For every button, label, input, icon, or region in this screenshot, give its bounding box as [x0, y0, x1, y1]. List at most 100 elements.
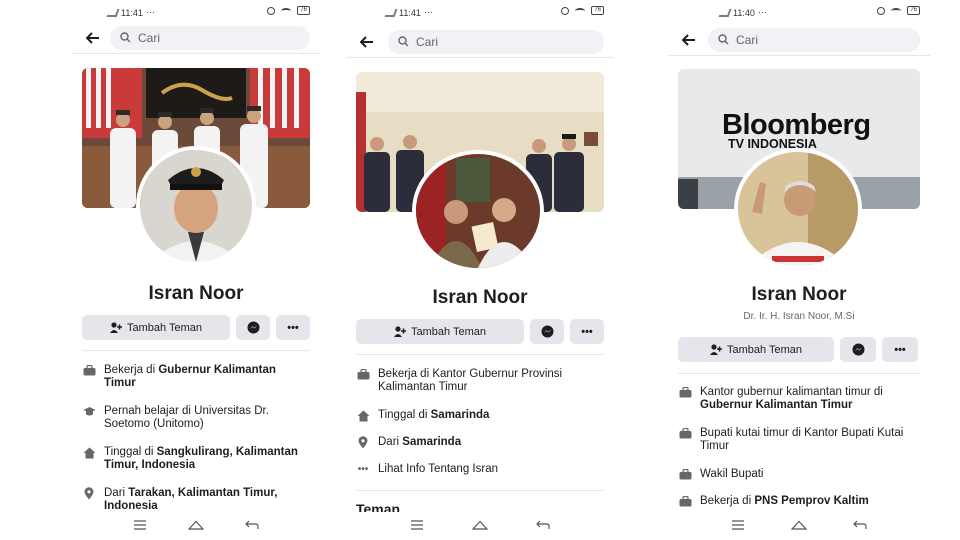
intro-item-from: Dari Samarinda — [356, 436, 604, 449]
alarm-icon — [561, 6, 570, 15]
search-icon — [398, 36, 409, 47]
status-bar: 11:40 ⋯ 76 — [668, 5, 930, 19]
home-nav-icon[interactable] — [187, 517, 205, 535]
search-placeholder: Cari — [736, 32, 759, 47]
add-friend-button[interactable]: Tambah Teman — [678, 337, 834, 362]
profile-avatar[interactable] — [412, 150, 544, 272]
back-nav-icon[interactable] — [853, 517, 867, 535]
home-icon — [356, 409, 370, 422]
back-arrow-icon[interactable] — [678, 29, 700, 51]
search-bar-row: Cari — [668, 24, 930, 56]
messenger-icon — [852, 343, 864, 356]
intro-item-text: Bupati kutai timur di Kantor Bupati Kuta… — [700, 427, 904, 452]
search-placeholder: Cari — [138, 30, 161, 45]
intro-item-text: Dari Samarinda — [378, 436, 462, 448]
dots-icon: ⋯ — [145, 7, 155, 17]
intro-item-text: Tinggal di Sangkulirang, Kalimantan Timu… — [104, 446, 298, 471]
back-arrow-icon[interactable] — [356, 31, 378, 53]
add-friend-label: Tambah Teman — [410, 325, 486, 338]
add-friend-icon — [109, 322, 122, 333]
intro-item-text: Tinggal di Samarinda — [378, 409, 490, 421]
intro-item-text: Bekerja di Gubernur Kalimantan Timur — [104, 364, 276, 389]
profile-name: Isran Noor — [751, 284, 847, 305]
intro-item-work: Wakil Bupati — [678, 468, 920, 481]
see-about-link[interactable]: ••• Lihat Info Tentang Isran — [356, 463, 604, 476]
add-friend-icon — [709, 344, 722, 355]
system-nav-bar — [668, 512, 930, 540]
status-time: 11:41 — [399, 7, 421, 18]
back-arrow-icon[interactable] — [82, 27, 104, 49]
menu-icon[interactable] — [133, 517, 147, 535]
graduation-cap-icon — [82, 405, 96, 418]
divider — [356, 354, 604, 355]
intro-list: Bekerja di Gubernur Kalimantan Timur Per… — [82, 364, 310, 514]
profile-screen-1: 11:41 ⋯ 76 Cari Isran Noor Tambah Teman … — [72, 0, 320, 540]
messenger-button[interactable] — [840, 337, 876, 362]
intro-item-lives: Tinggal di Samarinda — [356, 409, 604, 422]
system-nav-bar — [72, 512, 320, 540]
profile-name: Isran Noor — [432, 287, 528, 308]
profile-screen-3: 11:40 ⋯ 76 Cari Bloomberg TV INDONESIA I… — [668, 0, 930, 540]
intro-item-work: Bekerja di Gubernur Kalimantan Timur — [82, 364, 310, 390]
intro-item-text: Pernah belajar di Universitas Dr. Soetom… — [104, 405, 269, 430]
search-input[interactable]: Cari — [708, 27, 920, 52]
add-friend-label: Tambah Teman — [726, 343, 802, 356]
battery-icon: 76 — [297, 6, 310, 15]
intro-item-text: Wakil Bupati — [700, 468, 764, 480]
dots-icon: ⋯ — [757, 7, 767, 17]
battery-icon: 76 — [591, 6, 604, 15]
action-buttons: Tambah Teman ••• — [678, 337, 920, 362]
search-input[interactable]: Cari — [388, 29, 604, 54]
signal-icon — [384, 8, 398, 17]
intro-item-education: Pernah belajar di Universitas Dr. Soetom… — [82, 405, 310, 431]
search-icon — [718, 34, 729, 45]
briefcase-icon — [82, 364, 96, 377]
intro-item-text: Bekerja di Kantor Gubernur Provinsi Kali… — [378, 368, 563, 393]
back-nav-icon[interactable] — [245, 517, 259, 535]
more-options-button[interactable]: ••• — [570, 319, 604, 344]
dots-icon: ⋯ — [423, 7, 433, 17]
intro-item-text: Kantor gubernur kalimantan timur di Gube… — [700, 386, 883, 411]
wifi-icon — [281, 7, 292, 14]
profile-avatar[interactable] — [136, 146, 256, 266]
profile-screen-2: 11:41 ⋯ 76 Cari Isran Noor Tambah Teman … — [346, 0, 614, 540]
more-dots-icon: ••• — [894, 343, 906, 356]
divider — [678, 373, 920, 374]
briefcase-icon — [356, 368, 370, 381]
back-nav-icon[interactable] — [536, 517, 550, 535]
search-icon — [120, 32, 131, 43]
messenger-button[interactable] — [530, 319, 564, 344]
intro-list: Bekerja di Kantor Gubernur Provinsi Kali… — [356, 368, 604, 478]
messenger-button[interactable] — [236, 315, 270, 340]
profile-avatar[interactable] — [734, 148, 862, 270]
intro-item-text: Dari Tarakan, Kalimantan Timur, Indonesi… — [104, 487, 278, 512]
more-dots-icon: ••• — [581, 325, 593, 338]
add-friend-button[interactable]: Tambah Teman — [82, 315, 230, 340]
messenger-icon — [541, 325, 553, 338]
messenger-icon — [247, 321, 259, 334]
more-options-button[interactable]: ••• — [882, 337, 918, 362]
home-icon — [82, 446, 96, 459]
search-input[interactable]: Cari — [110, 25, 310, 50]
divider — [356, 490, 604, 491]
home-nav-icon[interactable] — [790, 517, 808, 535]
status-time: 11:41 — [121, 7, 143, 18]
alarm-icon — [877, 6, 886, 15]
status-bar: 11:41 ⋯ 76 — [346, 5, 614, 19]
add-friend-button[interactable]: Tambah Teman — [356, 319, 524, 344]
intro-item-lives: Tinggal di Sangkulirang, Kalimantan Timu… — [82, 446, 310, 472]
menu-icon[interactable] — [410, 517, 424, 535]
intro-item-work: Bekerja di PNS Pemprov Kaltim — [678, 495, 920, 508]
wifi-icon — [575, 7, 586, 14]
action-buttons: Tambah Teman ••• — [356, 319, 604, 344]
menu-icon[interactable] — [731, 517, 745, 535]
more-options-button[interactable]: ••• — [276, 315, 310, 340]
intro-item-from: Dari Tarakan, Kalimantan Timur, Indonesi… — [82, 487, 310, 513]
briefcase-icon — [678, 427, 692, 440]
profile-subtitle: Dr. Ir. H. Isran Noor, M.Si — [743, 311, 855, 322]
signal-icon — [718, 8, 732, 17]
more-dots-icon: ••• — [287, 321, 299, 334]
home-nav-icon[interactable] — [471, 517, 489, 535]
intro-item-work: Bupati kutai timur di Kantor Bupati Kuta… — [678, 427, 920, 453]
wifi-icon — [891, 7, 902, 14]
